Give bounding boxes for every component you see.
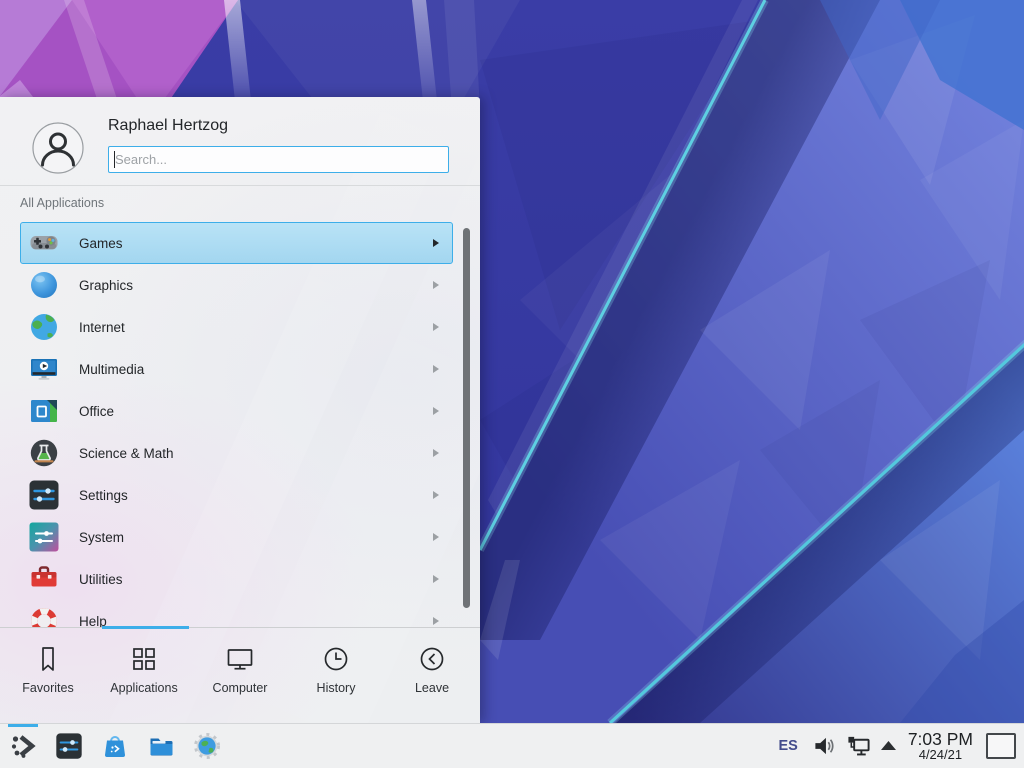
submenu-arrow-icon [433,491,439,499]
desktop: Raphael Hertzog All Applications [0,0,1024,768]
settings-icon [28,479,60,511]
user-name: Raphael Hertzog [108,117,228,135]
submenu-arrow-icon [433,323,439,331]
category-settings[interactable]: Settings [20,474,453,516]
launcher-button-discover[interactable] [101,732,129,760]
category-label: Utilities [79,572,123,587]
network-icon[interactable] [846,734,871,758]
launcher-button-file-manager[interactable] [147,732,175,760]
computer-icon [225,644,255,674]
category-label: Settings [79,488,128,503]
submenu-arrow-icon [433,575,439,583]
category-label: Office [79,404,114,419]
launcher-button-kickoff[interactable] [9,732,37,760]
category-label: Internet [79,320,125,335]
multimedia-icon [28,353,60,385]
application-launcher-menu: Raphael Hertzog All Applications [0,97,480,723]
show-desktop-button[interactable] [986,733,1016,759]
submenu-arrow-icon [433,449,439,457]
internet-icon [28,311,60,343]
taskbar: ES 7:03 PM 4/24/21 [0,723,1024,768]
applications-icon [129,644,159,674]
submenu-arrow-icon [433,239,439,247]
category-label: Graphics [79,278,133,293]
history-icon [321,644,351,674]
submenu-arrow-icon [433,365,439,373]
launcher-button-web-browser[interactable] [193,732,221,760]
submenu-arrow-icon [433,617,439,625]
clock-date: 4/24/21 [908,748,973,762]
tab-history[interactable]: History [288,628,384,723]
category-multimedia[interactable]: Multimedia [20,348,453,390]
text-cursor [114,151,115,168]
submenu-arrow-icon [433,533,439,541]
search-input[interactable] [108,146,449,173]
tab-label: History [317,681,356,695]
tab-label: Leave [415,681,449,695]
category-system[interactable]: System [20,516,453,558]
category-label: System [79,530,124,545]
science-icon [28,437,60,469]
expand-tray-icon[interactable] [881,741,896,750]
launcher-tabbar: Favorites Applications [0,627,480,723]
category-label: Multimedia [79,362,144,377]
system-icon [28,521,60,553]
launcher-header: Raphael Hertzog [0,97,480,186]
user-avatar-icon [32,122,84,174]
category-games[interactable]: Games [20,222,453,264]
tab-label: Favorites [22,681,73,695]
office-icon [28,395,60,427]
tab-label: Applications [110,681,177,695]
utilities-icon [28,563,60,595]
category-label: Science & Math [79,446,174,461]
scrollbar[interactable] [463,228,470,608]
category-science-math[interactable]: Science & Math [20,432,453,474]
category-graphics[interactable]: Graphics [20,264,453,306]
konqueror-icon [193,732,221,760]
category-utilities[interactable]: Utilities [20,558,453,600]
category-office[interactable]: Office [20,390,453,432]
discover-icon [101,732,129,760]
keyboard-layout-indicator[interactable]: ES [778,738,797,754]
system-tray: ES 7:03 PM 4/24/21 [778,730,1024,763]
tab-label: Computer [213,681,268,695]
taskbar-launchers [0,732,221,760]
dolphin-icon [147,732,175,760]
tab-computer[interactable]: Computer [192,628,288,723]
tab-applications[interactable]: Applications [96,628,192,723]
launcher-button-system-settings[interactable] [55,732,83,760]
leave-icon [417,644,447,674]
submenu-arrow-icon [433,407,439,415]
category-internet[interactable]: Internet [20,306,453,348]
digital-clock[interactable]: 7:03 PM 4/24/21 [908,730,973,763]
section-label: All Applications [20,196,104,210]
category-label: Games [79,236,123,251]
favorites-icon [33,644,63,674]
tab-leave[interactable]: Leave [384,628,480,723]
active-task-indicator [8,724,38,727]
category-list: Games Graphics [20,222,453,628]
games-icon [28,227,60,259]
category-help[interactable]: Help [20,600,453,628]
volume-icon[interactable] [813,734,836,758]
tab-favorites[interactable]: Favorites [0,628,96,723]
kickoff-icon [9,732,37,760]
graphics-icon [28,269,60,301]
system-settings-icon [55,732,83,760]
submenu-arrow-icon [433,281,439,289]
clock-time: 7:03 PM [908,730,973,749]
active-tab-indicator [102,626,189,629]
help-icon [28,605,60,628]
